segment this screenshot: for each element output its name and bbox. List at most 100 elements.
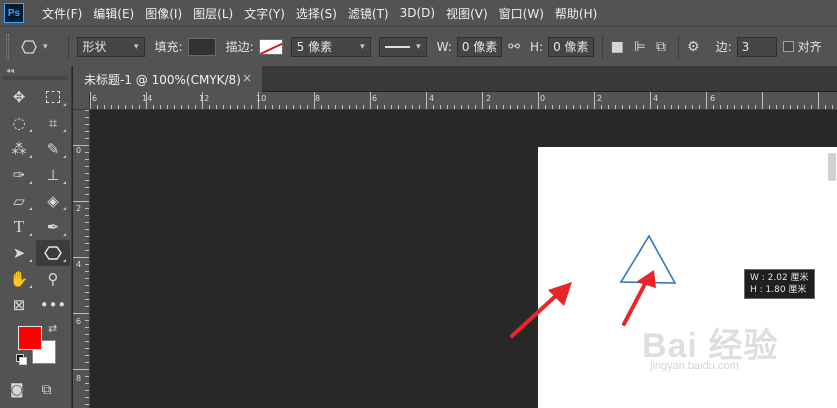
width-field[interactable]: 0 像素 bbox=[456, 36, 503, 57]
menu-file[interactable]: 文件(F) bbox=[42, 5, 82, 22]
ruler-label: 6 bbox=[710, 94, 716, 103]
menu-view[interactable]: 视图(V) bbox=[446, 5, 488, 22]
swap-colors-icon[interactable]: ⇄ bbox=[48, 322, 57, 335]
stroke-type-select[interactable]: ▾ bbox=[378, 36, 427, 57]
hand-tool-icon[interactable]: ✋ bbox=[2, 266, 36, 292]
divider bbox=[601, 34, 603, 59]
eraser-tool-icon[interactable]: ▱ bbox=[2, 188, 36, 214]
menu-3d[interactable]: 3D(D) bbox=[400, 6, 435, 20]
polygon-icon bbox=[21, 39, 37, 54]
ruler-label: 8 bbox=[315, 94, 321, 103]
sides-label: 边: bbox=[715, 40, 732, 54]
menu-type[interactable]: 文字(Y) bbox=[244, 5, 285, 22]
ruler-label: 0 bbox=[76, 146, 82, 155]
options-bar-grip[interactable] bbox=[6, 33, 9, 60]
magic-wand-tool-icon[interactable]: ⁂ bbox=[2, 136, 36, 162]
document-tab-strip: 未标题-1 @ 100%(CMYK/8) × bbox=[73, 66, 837, 92]
move-tool-icon[interactable]: ✥ bbox=[2, 84, 36, 110]
path-alignment-icon[interactable]: ⊫ bbox=[634, 39, 646, 55]
path-arrangement-icon[interactable]: ⧉ bbox=[656, 39, 666, 55]
options-bar: ▾ 形状 ▾ 填充: 描边: 5 像素 ▾ ▾ W: 0 像素 ⚯ H: 0 像… bbox=[0, 26, 837, 66]
tooltip-width: W : 2.02 厘米 bbox=[750, 273, 809, 283]
vertical-ruler[interactable]: 0 2 4 6 8 bbox=[73, 110, 90, 408]
tool-preset-picker[interactable]: ▾ bbox=[21, 39, 48, 54]
stamp-tool-icon[interactable]: ⊥ bbox=[36, 162, 70, 188]
menu-help[interactable]: 帮助(H) bbox=[555, 5, 597, 22]
ruler-label: 4 bbox=[76, 260, 82, 269]
document-tab[interactable]: 未标题-1 @ 100%(CMYK/8) × bbox=[73, 66, 262, 92]
tooltip-height: H : 1.80 厘米 bbox=[750, 285, 807, 295]
menu-select[interactable]: 选择(S) bbox=[296, 5, 337, 22]
fill-label: 填充: bbox=[154, 40, 183, 54]
more-tools-icon[interactable]: ••• bbox=[36, 292, 70, 318]
frame-tool-icon[interactable]: ⊠ bbox=[2, 292, 36, 318]
ruler-label: 6 bbox=[76, 317, 82, 326]
marquee-tool-icon[interactable] bbox=[36, 84, 70, 110]
lasso-tool-icon[interactable]: ◌ bbox=[2, 110, 36, 136]
tools-panel: ◂◂ ✥ ◌ ⌗ ⁂ ✎ ✑ ⊥ ▱ ◈ T ✒ ➤ ✋ ⚲ ⊠ ••• ⇄ ◙… bbox=[0, 66, 72, 408]
ruler-label: 4 bbox=[653, 94, 659, 103]
annotation-arrow-left bbox=[510, 282, 572, 338]
paint-bucket-tool-icon[interactable]: ◈ bbox=[36, 188, 70, 214]
gear-icon[interactable]: ⚙ bbox=[687, 39, 700, 55]
horizontal-ruler[interactable]: 6 14 12 10 8 6 4 2 0 2 4 6 bbox=[90, 92, 837, 110]
tools-panel-grip[interactable] bbox=[3, 76, 68, 80]
menu-image[interactable]: 图像(I) bbox=[145, 5, 182, 22]
ruler-label: 2 bbox=[597, 94, 603, 103]
photoshop-logo: Ps bbox=[4, 3, 24, 23]
crop-tool-icon[interactable]: ⌗ bbox=[36, 110, 70, 136]
ruler-label: 0 bbox=[540, 94, 546, 103]
align-edges-checkbox[interactable] bbox=[782, 41, 794, 52]
chevron-down-icon: ▾ bbox=[134, 41, 139, 52]
width-label: W: bbox=[436, 39, 452, 54]
tool-mode-select[interactable]: 形状 ▾ bbox=[76, 36, 145, 57]
ruler-label: 6 bbox=[372, 94, 378, 103]
pen-tool-icon[interactable]: ✒ bbox=[36, 214, 70, 240]
stroke-size-select[interactable]: 5 像素 ▾ bbox=[290, 36, 371, 57]
ruler-label: 12 bbox=[199, 94, 210, 103]
color-swatches: ⇄ bbox=[0, 322, 71, 376]
path-selection-tool-icon[interactable]: ➤ bbox=[2, 240, 36, 266]
brush-tool-icon[interactable]: ✑ bbox=[2, 162, 36, 188]
screen-mode-icon[interactable]: ⧉ bbox=[42, 382, 52, 398]
menu-window[interactable]: 窗口(W) bbox=[499, 5, 544, 22]
polygon-tool-icon[interactable] bbox=[36, 240, 70, 266]
height-field[interactable]: 0 像素 bbox=[548, 36, 594, 57]
link-icon[interactable]: ⚯ bbox=[508, 39, 520, 55]
ruler-origin[interactable] bbox=[73, 92, 90, 110]
canvas-workspace[interactable]: Bai 经验 jingyan.baidu.com W : 2.02 厘米 H :… bbox=[90, 110, 837, 408]
annotation-arrow-right bbox=[622, 270, 656, 326]
tool-mode-value: 形状 bbox=[82, 40, 107, 54]
stroke-size-value: 5 像素 bbox=[296, 40, 333, 54]
menu-bar: Ps 文件(F) 编辑(E) 图像(I) 图层(L) 文字(Y) 选择(S) 滤… bbox=[0, 0, 837, 26]
chevron-down-icon: ▾ bbox=[43, 41, 48, 52]
collapse-panel-icon[interactable]: ◂◂ bbox=[0, 66, 71, 76]
zoom-tool-icon[interactable]: ⚲ bbox=[36, 266, 70, 292]
default-colors-icon[interactable] bbox=[16, 354, 27, 365]
document-tab-title: 未标题-1 @ 100%(CMYK/8) bbox=[84, 72, 241, 87]
sides-field[interactable]: 3 bbox=[736, 36, 777, 57]
eyedropper-tool-icon[interactable]: ✎ bbox=[36, 136, 70, 162]
quick-mask-icon[interactable]: ◙ bbox=[10, 382, 24, 398]
chevron-down-icon: ▾ bbox=[360, 41, 365, 52]
menu-edit[interactable]: 编辑(E) bbox=[93, 5, 134, 22]
chevron-down-icon: ▾ bbox=[416, 41, 421, 52]
align-edges-label: 对齐 bbox=[797, 40, 822, 54]
ruler-label: 14 bbox=[142, 94, 153, 103]
menu-layer[interactable]: 图层(L) bbox=[193, 5, 233, 22]
stroke-swatch[interactable] bbox=[258, 38, 283, 55]
type-tool-icon[interactable]: T bbox=[2, 214, 36, 240]
ruler-label: 2 bbox=[76, 204, 82, 213]
watermark-url: jingyan.baidu.com bbox=[650, 360, 739, 372]
foreground-color-swatch[interactable] bbox=[18, 326, 42, 350]
ruler-label: 10 bbox=[256, 94, 267, 103]
fill-swatch[interactable] bbox=[187, 37, 216, 56]
scrollbar-thumb[interactable] bbox=[828, 153, 836, 181]
menu-filter[interactable]: 滤镜(T) bbox=[348, 5, 389, 22]
height-label: H: bbox=[530, 39, 544, 54]
ruler-label: 6 bbox=[92, 94, 98, 103]
divider bbox=[678, 34, 679, 59]
close-icon[interactable]: × bbox=[242, 71, 252, 85]
stroke-line-icon bbox=[384, 45, 411, 48]
path-operations-icon[interactable]: ■ bbox=[611, 39, 624, 55]
